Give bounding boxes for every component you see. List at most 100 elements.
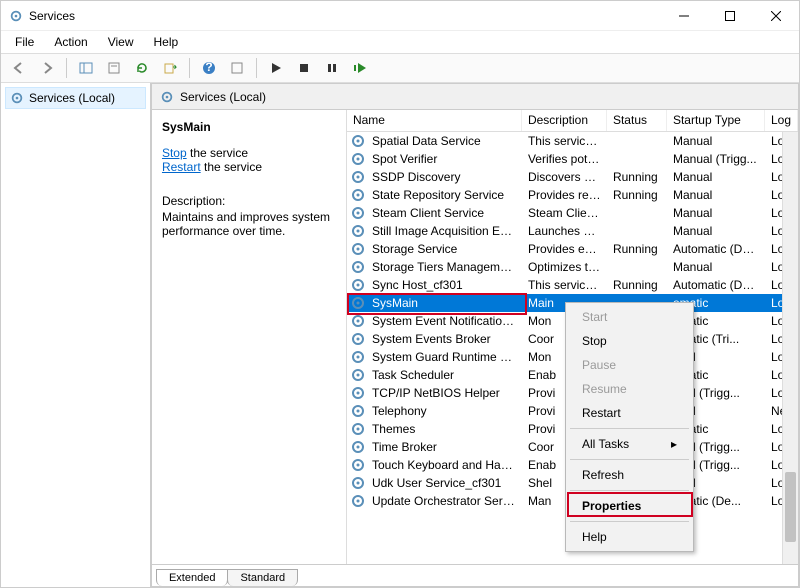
vertical-scrollbar[interactable] bbox=[782, 132, 798, 564]
tab-standard[interactable]: Standard bbox=[227, 569, 298, 586]
service-row[interactable]: Sync Host_cf301This service ...RunningAu… bbox=[347, 276, 798, 294]
cell-description: Discovers ne... bbox=[522, 169, 607, 185]
help-button[interactable]: ? bbox=[197, 56, 221, 80]
cell-name: Still Image Acquisition Events bbox=[366, 223, 522, 239]
cell-startup-type: Manual bbox=[667, 133, 765, 149]
gear-icon bbox=[350, 421, 366, 437]
cell-name: SysMain bbox=[366, 295, 522, 311]
service-row[interactable]: Still Image Acquisition EventsLaunches a… bbox=[347, 222, 798, 240]
cell-description: Provides ena... bbox=[522, 241, 607, 257]
stop-service-button[interactable] bbox=[292, 56, 316, 80]
ctx-all-tasks[interactable]: All Tasks▸ bbox=[568, 432, 691, 456]
menu-file[interactable]: File bbox=[7, 33, 42, 51]
tab-extended[interactable]: Extended bbox=[156, 569, 228, 586]
cell-status bbox=[607, 266, 667, 268]
cell-name: TCP/IP NetBIOS Helper bbox=[366, 385, 522, 401]
start-service-button[interactable] bbox=[264, 56, 288, 80]
restart-service-button[interactable] bbox=[348, 56, 372, 80]
cell-name: Telephony bbox=[366, 403, 522, 419]
service-row[interactable]: State Repository ServiceProvides req...R… bbox=[347, 186, 798, 204]
restart-link[interactable]: Restart bbox=[162, 160, 201, 174]
service-row[interactable]: Spatial Data ServiceThis service i...Man… bbox=[347, 132, 798, 150]
cell-name: System Event Notification S... bbox=[366, 313, 522, 329]
cell-startup-type: Manual bbox=[667, 259, 765, 275]
main-pane: Services (Local) SysMain Stop the servic… bbox=[151, 83, 799, 587]
gear-icon bbox=[350, 259, 366, 275]
cell-name: Task Scheduler bbox=[366, 367, 522, 383]
gear-icon bbox=[350, 439, 366, 455]
cell-description: Launches ap... bbox=[522, 223, 607, 239]
separator bbox=[256, 58, 257, 78]
titlebar[interactable]: Services bbox=[1, 1, 799, 31]
back-button[interactable] bbox=[7, 56, 31, 80]
gear-icon bbox=[350, 385, 366, 401]
service-row[interactable]: Storage Tiers ManagementOptimizes th...M… bbox=[347, 258, 798, 276]
cell-name: Update Orchestrator Service bbox=[366, 493, 522, 509]
ctx-help[interactable]: Help bbox=[568, 525, 691, 549]
cell-status bbox=[607, 230, 667, 232]
ctx-properties[interactable]: Properties bbox=[568, 494, 691, 518]
nav-services-local[interactable]: Services (Local) bbox=[5, 87, 146, 109]
svg-text:?: ? bbox=[205, 61, 212, 74]
gear-icon bbox=[350, 349, 366, 365]
cell-startup-type: Automatic (De... bbox=[667, 241, 765, 257]
col-name[interactable]: Name bbox=[347, 110, 522, 131]
col-status[interactable]: Status bbox=[607, 110, 667, 131]
cell-name: Spot Verifier bbox=[366, 151, 522, 167]
gear-icon bbox=[350, 493, 366, 509]
cell-description: This service ... bbox=[522, 277, 607, 293]
col-description[interactable]: Description bbox=[522, 110, 607, 131]
close-button[interactable] bbox=[753, 1, 799, 31]
service-row[interactable]: Storage ServiceProvides ena...RunningAut… bbox=[347, 240, 798, 258]
maximize-button[interactable] bbox=[707, 1, 753, 31]
ctx-stop[interactable]: Stop bbox=[568, 329, 691, 353]
cell-name: System Guard Runtime Mon... bbox=[366, 349, 522, 365]
gear-icon bbox=[350, 241, 366, 257]
stop-link[interactable]: Stop bbox=[162, 146, 187, 160]
help-topics-button[interactable] bbox=[225, 56, 249, 80]
window-title: Services bbox=[29, 9, 661, 23]
show-hide-tree-button[interactable] bbox=[74, 56, 98, 80]
cell-name: System Events Broker bbox=[366, 331, 522, 347]
service-row[interactable]: Steam Client ServiceSteam Client...Manua… bbox=[347, 204, 798, 222]
cell-description: This service i... bbox=[522, 133, 607, 149]
cell-description: Provides req... bbox=[522, 187, 607, 203]
cell-startup-type: Manual bbox=[667, 223, 765, 239]
separator bbox=[189, 58, 190, 78]
services-icon bbox=[10, 91, 24, 105]
properties-button[interactable] bbox=[102, 56, 126, 80]
navigation-tree: Services (Local) bbox=[1, 83, 151, 587]
services-icon bbox=[9, 9, 23, 23]
col-startup-type[interactable]: Startup Type bbox=[667, 110, 765, 131]
cell-name: Sync Host_cf301 bbox=[366, 277, 522, 293]
cell-name: State Repository Service bbox=[366, 187, 522, 203]
gear-icon bbox=[350, 169, 366, 185]
service-row[interactable]: SSDP DiscoveryDiscovers ne...RunningManu… bbox=[347, 168, 798, 186]
cell-startup-type: Manual bbox=[667, 187, 765, 203]
gear-icon bbox=[350, 331, 366, 347]
nav-label: Services (Local) bbox=[29, 91, 115, 105]
minimize-button[interactable] bbox=[661, 1, 707, 31]
refresh-button[interactable] bbox=[130, 56, 154, 80]
chevron-right-icon: ▸ bbox=[671, 437, 677, 451]
gear-icon bbox=[350, 277, 366, 293]
scrollbar-thumb[interactable] bbox=[785, 472, 796, 542]
ctx-refresh[interactable]: Refresh bbox=[568, 463, 691, 487]
menu-action[interactable]: Action bbox=[46, 33, 95, 51]
forward-button[interactable] bbox=[35, 56, 59, 80]
services-icon bbox=[160, 90, 174, 104]
services-window: Services File Action View Help ? bbox=[0, 0, 800, 588]
col-log-on-as[interactable]: Log bbox=[765, 110, 798, 131]
separator bbox=[66, 58, 67, 78]
menu-help[interactable]: Help bbox=[146, 33, 187, 51]
ctx-restart[interactable]: Restart bbox=[568, 401, 691, 425]
menu-view[interactable]: View bbox=[100, 33, 142, 51]
service-row[interactable]: Spot VerifierVerifies pote...Manual (Tri… bbox=[347, 150, 798, 168]
pause-service-button[interactable] bbox=[320, 56, 344, 80]
cell-startup-type: Manual bbox=[667, 205, 765, 221]
description-label: Description: bbox=[162, 194, 336, 208]
cell-name: Steam Client Service bbox=[366, 205, 522, 221]
export-button[interactable] bbox=[158, 56, 182, 80]
details-pane: SysMain Stop the service Restart the ser… bbox=[152, 110, 347, 564]
cell-status: Running bbox=[607, 277, 667, 293]
